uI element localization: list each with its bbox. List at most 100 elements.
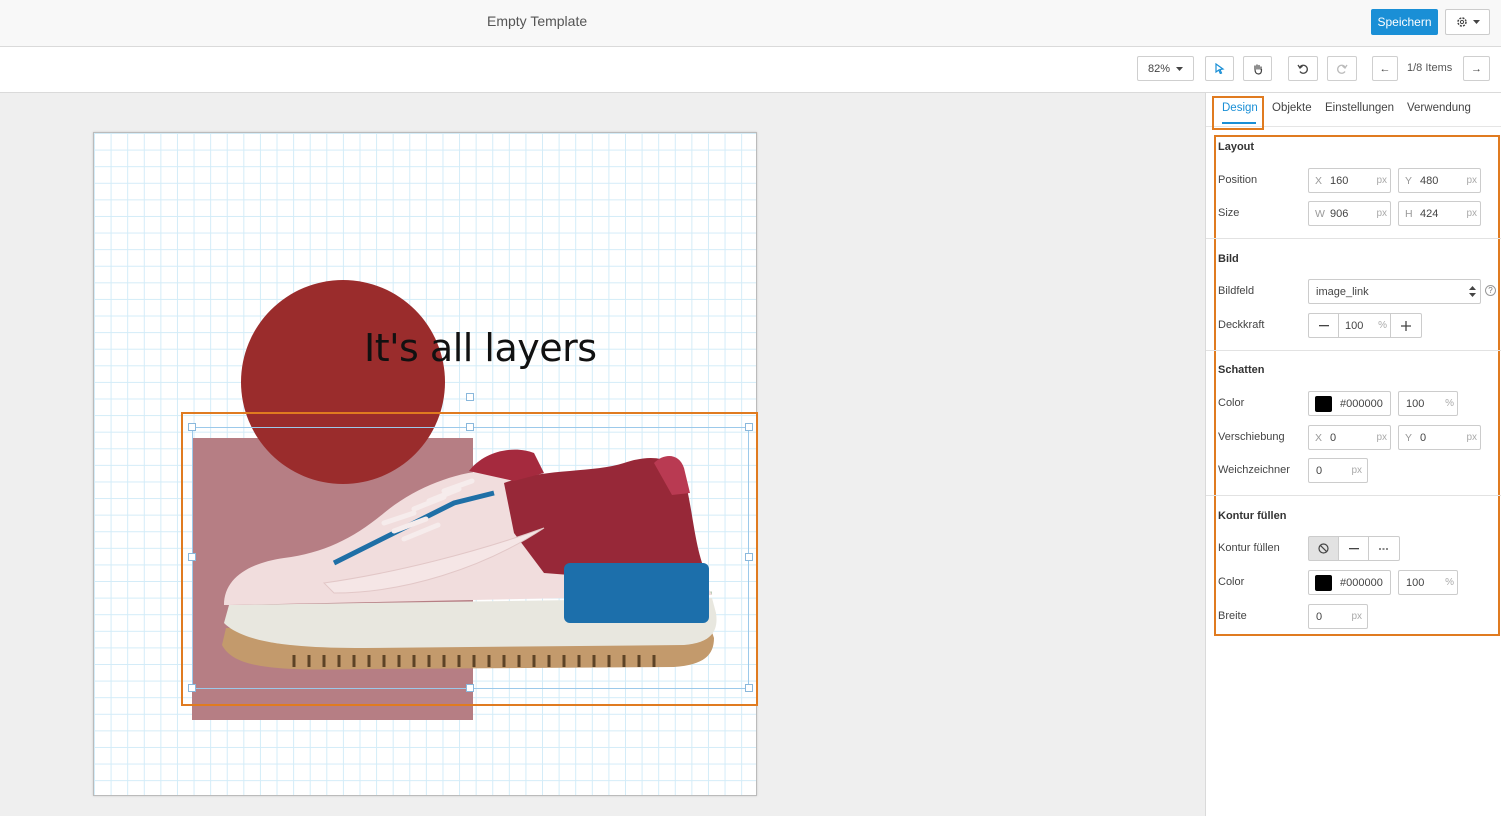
unit-label: px <box>1376 432 1387 443</box>
verschiebung-label: Verschiebung <box>1218 431 1285 443</box>
select-tool-button[interactable] <box>1205 56 1234 81</box>
width-value: 906 <box>1330 208 1349 220</box>
size-label: Size <box>1218 207 1240 219</box>
y-prefix: Y <box>1405 432 1413 444</box>
kontur-section-title: Kontur füllen <box>1218 510 1287 522</box>
selection-highlight <box>181 412 758 706</box>
artboard[interactable]: It's all layers <box>93 132 758 796</box>
save-button[interactable]: Speichern <box>1371 9 1438 35</box>
position-y-field[interactable]: Y 480 px <box>1398 168 1481 193</box>
zoom-select[interactable]: 82% <box>1137 56 1194 81</box>
h-prefix: H <box>1405 208 1413 220</box>
help-icon[interactable]: ? <box>1485 285 1496 296</box>
no-stroke-icon <box>1318 543 1329 554</box>
height-field[interactable]: H 424 px <box>1398 201 1481 226</box>
unit-label: px <box>1351 611 1362 622</box>
section-divider <box>1206 350 1501 351</box>
shadow-color-label: Color <box>1218 397 1245 409</box>
shadow-color-field[interactable]: #000000 <box>1308 391 1391 416</box>
select-arrows-icon <box>1469 286 1476 297</box>
next-item-button[interactable]: → <box>1463 56 1490 81</box>
shadow-offset-y-value: 0 <box>1420 432 1427 444</box>
stroke-none-button[interactable] <box>1308 536 1339 561</box>
minus-icon <box>1318 324 1329 326</box>
redo-icon <box>1337 64 1348 74</box>
caret-down-icon <box>1472 20 1480 24</box>
schatten-section-title: Schatten <box>1218 364 1265 376</box>
top-bar: Empty Template Speichern <box>0 0 1501 47</box>
hand-icon <box>1253 63 1262 75</box>
position-x-value: 160 <box>1330 175 1349 187</box>
bildfeld-value: image_link <box>1316 286 1369 298</box>
item-pager: 1/8 Items <box>1407 62 1453 74</box>
resize-handle-right[interactable] <box>745 553 753 561</box>
opacity-decrease-button[interactable] <box>1308 313 1339 338</box>
stroke-color-value: #000000 <box>1340 577 1383 589</box>
solid-line-icon <box>1348 547 1359 549</box>
shadow-offset-x-field[interactable]: X 0 px <box>1308 425 1391 450</box>
previous-item-button[interactable]: ← <box>1372 56 1398 81</box>
tab-verwendung[interactable]: Verwendung <box>1407 102 1471 114</box>
shadow-opacity-field[interactable]: 100 % <box>1398 391 1458 416</box>
resize-handle-left[interactable] <box>188 553 196 561</box>
gear-icon <box>1456 17 1467 27</box>
shadow-color-value: #000000 <box>1340 398 1383 410</box>
shadow-blur-field[interactable]: 0 px <box>1308 458 1368 483</box>
weichzeichner-label: Weichzeichner <box>1218 464 1290 476</box>
headline-text-layer[interactable]: It's all layers <box>364 326 597 370</box>
stroke-color-field[interactable]: #000000 <box>1308 570 1391 595</box>
stroke-opacity-value: 100 <box>1406 577 1425 589</box>
section-divider <box>1206 238 1501 239</box>
tab-einstellungen[interactable]: Einstellungen <box>1325 102 1394 114</box>
stroke-width-field[interactable]: 0 px <box>1308 604 1368 629</box>
unit-label: px <box>1351 465 1362 476</box>
bildfeld-select[interactable]: image_link <box>1308 279 1481 304</box>
position-y-value: 480 <box>1420 175 1439 187</box>
resize-handle-top-right[interactable] <box>745 423 753 431</box>
percent-unit: % <box>1378 320 1387 331</box>
tab-objekte[interactable]: Objekte <box>1272 102 1312 114</box>
percent-unit: % <box>1445 398 1454 409</box>
resize-handle-top-left[interactable] <box>188 423 196 431</box>
opacity-field[interactable]: 100 % <box>1338 313 1391 338</box>
properties-panel: Design Objekte Einstellungen Verwendung … <box>1205 93 1501 816</box>
resize-handle-bottom-left[interactable] <box>188 684 196 692</box>
redo-button[interactable] <box>1327 56 1357 81</box>
shadow-color-swatch[interactable] <box>1315 396 1332 412</box>
breite-label: Breite <box>1218 610 1247 622</box>
stroke-dashed-button[interactable] <box>1368 536 1400 561</box>
percent-unit: % <box>1445 577 1454 588</box>
cursor-icon <box>1214 63 1225 74</box>
toolbar: 82% ← 1/8 Items → <box>0 47 1501 93</box>
rotate-handle[interactable] <box>466 393 474 401</box>
resize-handle-top[interactable] <box>466 423 474 431</box>
resize-handle-bottom[interactable] <box>466 684 474 692</box>
unit-label: px <box>1376 208 1387 219</box>
shadow-opacity-value: 100 <box>1406 398 1425 410</box>
section-divider <box>1206 495 1501 496</box>
plus-icon <box>1401 320 1411 331</box>
x-prefix: X <box>1315 175 1323 187</box>
opacity-increase-button[interactable] <box>1390 313 1422 338</box>
shadow-offset-y-field[interactable]: Y 0 px <box>1398 425 1481 450</box>
position-x-field[interactable]: X 160 px <box>1308 168 1391 193</box>
stroke-color-swatch[interactable] <box>1315 575 1332 591</box>
zoom-value: 82% <box>1147 62 1171 75</box>
undo-icon <box>1297 64 1308 74</box>
settings-dropdown-button[interactable] <box>1445 9 1490 35</box>
shadow-blur-value: 0 <box>1316 465 1323 477</box>
stroke-width-value: 0 <box>1316 611 1323 623</box>
dashed-line-icon <box>1379 547 1389 550</box>
resize-handle-bottom-right[interactable] <box>745 684 753 692</box>
undo-button[interactable] <box>1288 56 1318 81</box>
stroke-opacity-field[interactable]: 100 % <box>1398 570 1458 595</box>
x-prefix: X <box>1315 432 1323 444</box>
w-prefix: W <box>1315 208 1325 220</box>
stroke-solid-button[interactable] <box>1338 536 1369 561</box>
hand-tool-button[interactable] <box>1243 56 1272 81</box>
unit-label: px <box>1376 175 1387 186</box>
stroke-color-label: Color <box>1218 576 1245 588</box>
shadow-offset-x-value: 0 <box>1330 432 1337 444</box>
tab-highlight <box>1212 96 1264 130</box>
width-field[interactable]: W 906 px <box>1308 201 1391 226</box>
